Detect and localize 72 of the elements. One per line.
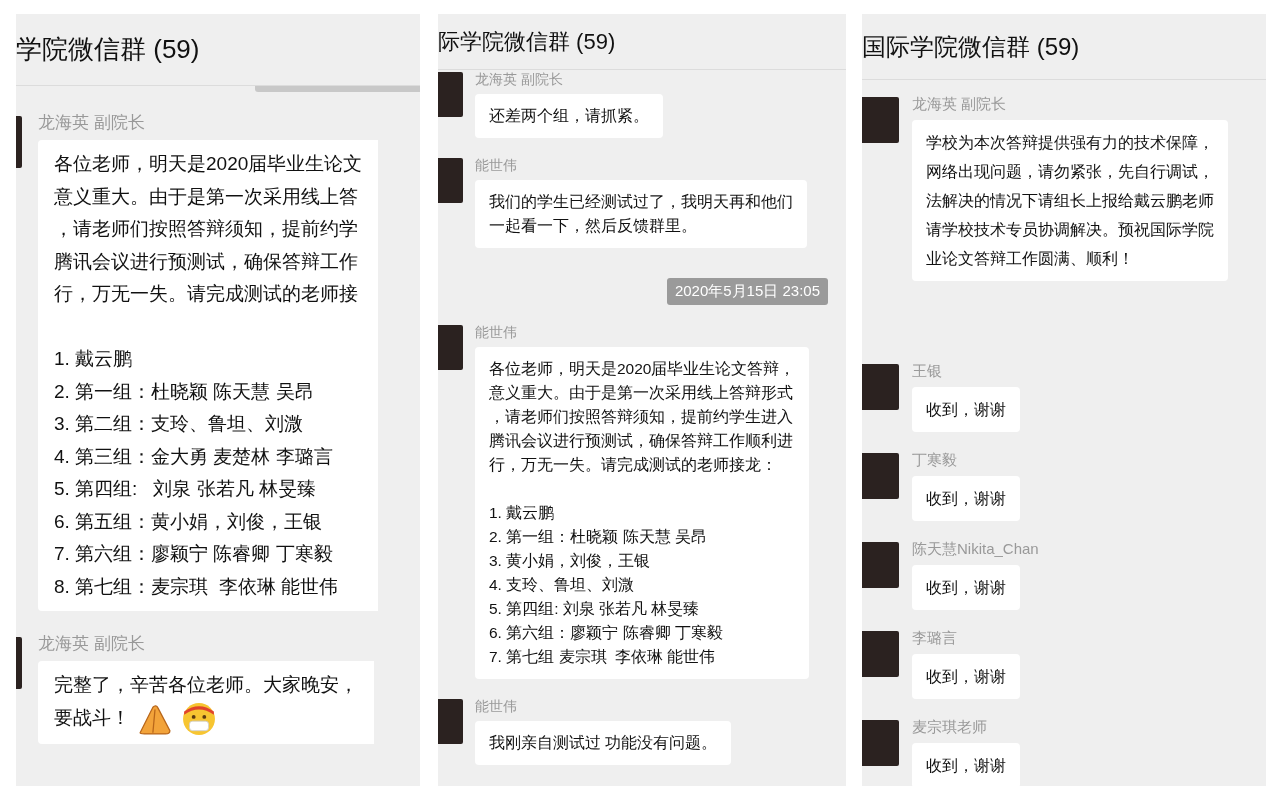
message-line: 8. 第七组：麦宗琪 李依琳 能世伟 [54,574,338,599]
avatar-photo [438,698,463,744]
avatar-photo [862,364,899,410]
message-line: 收到，谢谢 [926,578,1006,598]
message-line: 意义重大。由于是第一次采用线上答 [54,184,358,209]
message-line: 请学校技术专员协调解决。预祝国际学院 [926,220,1214,240]
message-line: ，请老师们按照答辩须知，提前约学生进入 [489,406,793,427]
message-line: 法解决的情况下请组长上报给戴云鹏老师 [926,191,1214,211]
message-line: 6. 第六组：廖颖宁 陈睿卿 丁寒毅 [489,622,723,643]
timestamp-label: 2020年5月15日 23:05 [666,278,828,305]
message-line: 5. 第四组: 刘泉 张若凡 林旻臻 [489,598,700,619]
message-line: 完整了，辛苦各位老师。大家晚安， [54,673,358,697]
masked-face-icon [182,701,216,736]
sender-name: 能世伟 [475,322,517,341]
message-line: 6. 第五组：黄小娟，刘俊，王银 [54,509,323,534]
message-line: 要战斗！ [54,706,130,731]
message-line: 我们的学生已经测试过了，我明天再和他们 [489,192,793,212]
hands-icon [138,702,172,735]
message-line: 意义重大。由于是第一次采用线上答辩形式 [489,382,793,403]
message-line: 行，万无一失。请完成测试的老师接龙： [489,454,777,475]
chat-title: 国际学院微信群 (59) [862,31,1080,62]
sender-name: 李璐言 [912,628,957,648]
avatar-photo [862,97,899,143]
sender-name: 丁寒毅 [912,450,957,470]
message-line: 4. 第三组：金大勇 麦楚林 李璐言 [54,444,333,469]
message-line: 腾讯会议进行预测试，确保答辩工作顺利进 [489,430,793,451]
message-line: 2. 第一组：杜晓颖 陈天慧 吴昂 [489,526,707,547]
sender-name: 龙海英 副院长 [475,70,563,88]
avatar-photo [438,72,463,117]
avatar-photo [862,542,899,588]
message-line: 3. 黄小娟，刘俊，王银 [489,550,651,571]
sender-name: 能世伟 [475,696,517,715]
message-line: 我刚亲自测试过 功能没有问题。 [489,732,718,753]
message-line: 4. 支玲、鲁坦、刘溦 [489,574,635,595]
message-line: 收到，谢谢 [926,400,1006,420]
avatar-photo [438,324,463,370]
avatar-photo [16,116,22,168]
message-line: 学校为本次答辩提供强有力的技术保障， [926,133,1214,153]
message-line: ，请老师们按照答辩须知，提前约学 [54,217,358,241]
sender-name: 龙海英 副院长 [912,94,1007,114]
message-line: 1. 戴云鹏 [54,347,133,371]
sender-name: 王银 [912,361,942,381]
message-line: 7. 第六组：廖颖宁 陈睿卿 丁寒毅 [54,542,333,566]
sender-name: 龙海英 副院长 [38,112,145,134]
sender-name: 麦宗琪老师 [912,717,987,737]
avatar-photo [862,453,899,499]
sender-name: 陈天慧Nikita_Chan [912,539,1039,559]
avatar-photo [438,158,463,203]
chat-title: 学院微信群 (59) [16,33,200,66]
message-line: 7. 第七组 麦宗琪 李依琳 能世伟 [489,646,716,667]
avatar-photo [862,720,899,766]
chat-title: 际学院微信群 (59) [438,28,616,56]
scroll-bar[interactable] [255,86,420,92]
message-line: 业论文答辩工作圆满、顺利！ [926,249,1134,269]
message-line: 腾讯会议进行预测试，确保答辩工作 [54,249,358,274]
message-line: 5. 第四组: 刘泉 张若凡 林旻臻 [54,477,316,501]
message-line: 网络出现问题，请勿紧张，先自行调试， [926,162,1214,182]
message-line: 还差两个组，请抓紧。 [489,106,649,126]
message-line: 收到，谢谢 [926,667,1006,687]
sender-name: 龙海英 副院长 [38,633,145,655]
message-line: 收到，谢谢 [926,756,1006,776]
avatar-photo [16,637,22,689]
message-line: 一起看一下，然后反馈群里。 [489,216,697,236]
message-line: 各位老师，明天是2020届毕业生论文 [54,152,363,176]
message-line: 收到，谢谢 [926,489,1006,509]
message-line: 各位老师，明天是2020届毕业生论文答辩， [489,358,796,379]
message-line: 1. 戴云鹏 [489,502,555,523]
sender-name: 能世伟 [475,156,517,174]
message-line: 行，万无一失。请完成测试的老师接 [54,282,358,306]
message-line: 3. 第二组：支玲、鲁坦、刘溦 [54,412,304,436]
avatar-photo [862,631,899,677]
message-line: 2. 第一组：杜晓颖 陈天慧 吴昂 [54,379,314,404]
